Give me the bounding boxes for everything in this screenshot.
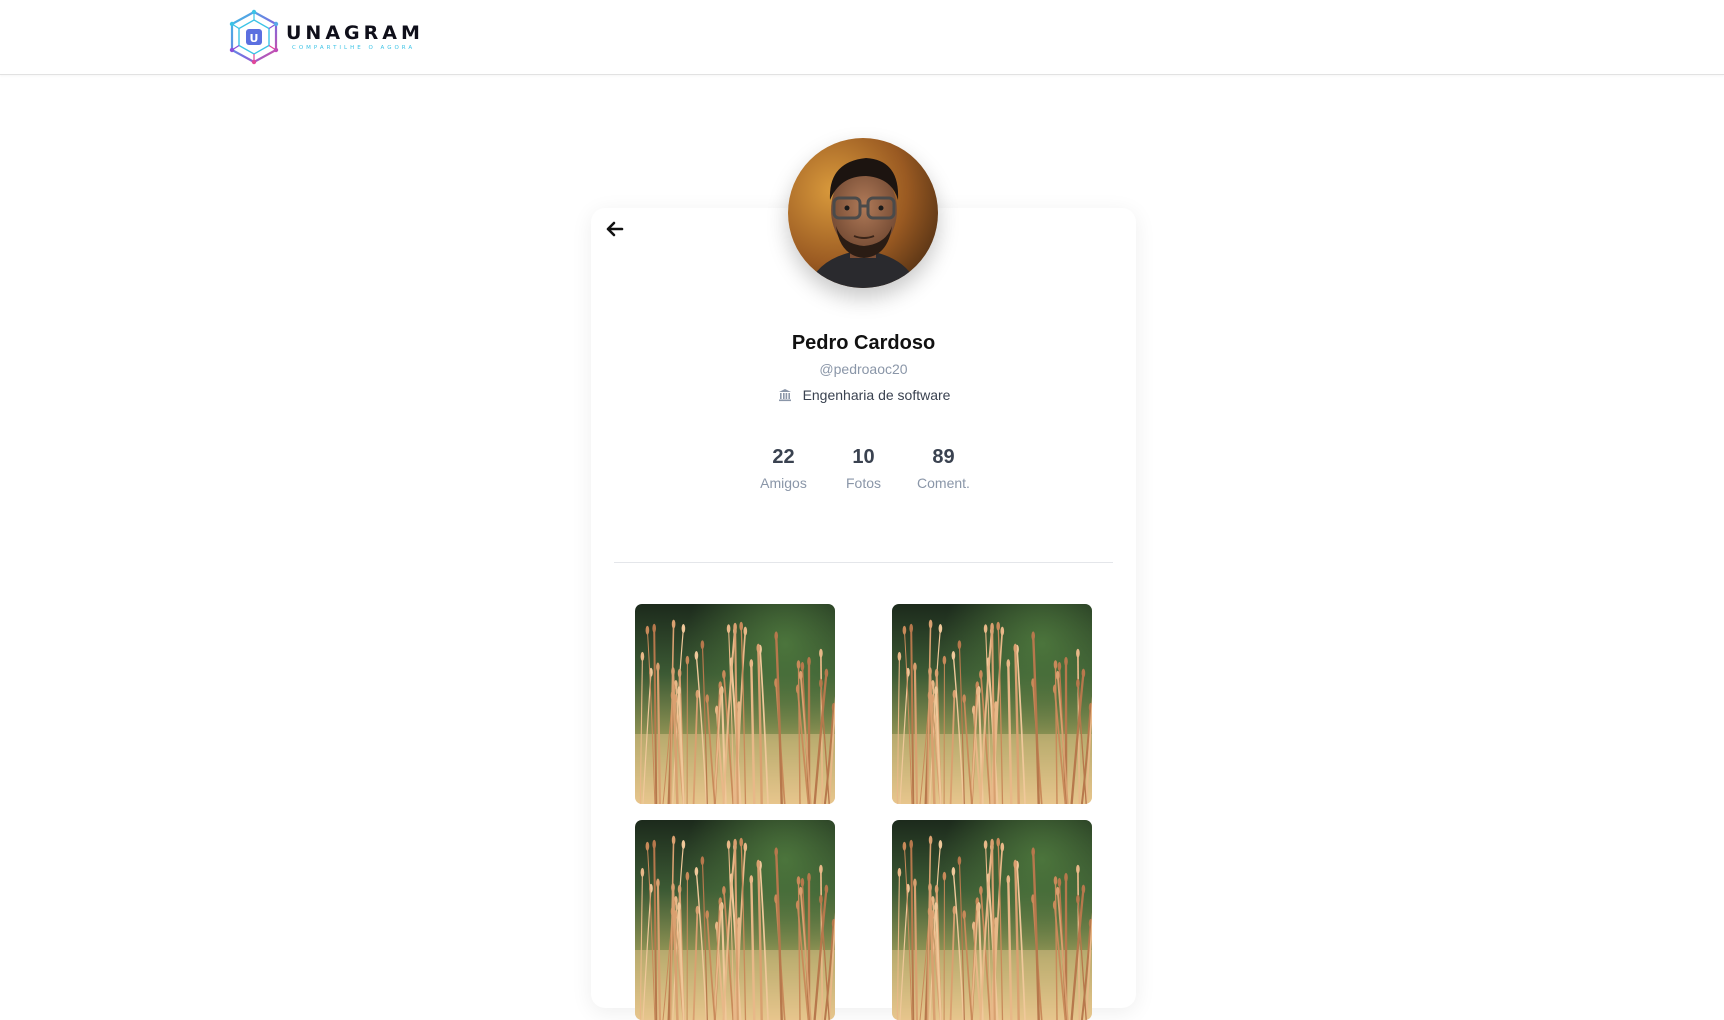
back-button[interactable] bbox=[604, 218, 626, 240]
avatar[interactable] bbox=[788, 138, 938, 288]
stat-value: 22 bbox=[772, 446, 795, 468]
top-navbar: U UNAGRAM COMPARTILHE O AGORA bbox=[0, 0, 1724, 75]
course-label: Engenharia de software bbox=[802, 387, 951, 403]
stat-comments[interactable]: 89 Coment. bbox=[917, 445, 970, 491]
stat-value: 10 bbox=[852, 446, 875, 468]
stat-photos[interactable]: 10 Fotos bbox=[840, 445, 888, 491]
stat-label: Fotos bbox=[845, 475, 881, 491]
brand-logo[interactable]: U UNAGRAM COMPARTILHE O AGORA bbox=[226, 8, 424, 66]
institution-icon bbox=[777, 387, 793, 403]
gallery-photo[interactable] bbox=[635, 820, 835, 1020]
gallery-photo[interactable] bbox=[635, 604, 835, 804]
brand-tagline: COMPARTILHE O AGORA bbox=[292, 45, 416, 51]
logo-hexagon-icon: U bbox=[229, 9, 279, 65]
gallery-photo[interactable] bbox=[892, 820, 1092, 1020]
logo-letter: U bbox=[250, 32, 259, 45]
stat-value: 89 bbox=[932, 446, 955, 468]
section-divider bbox=[614, 562, 1113, 563]
profile-course: Engenharia de software bbox=[591, 387, 1136, 403]
profile-photo bbox=[788, 138, 938, 288]
profile-handle: @pedroaoc20 bbox=[819, 361, 908, 377]
stat-label: Amigos bbox=[760, 475, 807, 491]
gallery-photo[interactable] bbox=[892, 604, 1092, 804]
stat-label: Coment. bbox=[917, 475, 970, 491]
profile-stats: 22 Amigos 10 Fotos 89 Coment. bbox=[591, 445, 1136, 491]
brand-name: UNAGRAM bbox=[286, 22, 424, 44]
profile-name: Pedro Cardoso bbox=[791, 332, 936, 354]
arrow-left-icon bbox=[606, 221, 624, 237]
stat-friends[interactable]: 22 Amigos bbox=[760, 445, 808, 491]
